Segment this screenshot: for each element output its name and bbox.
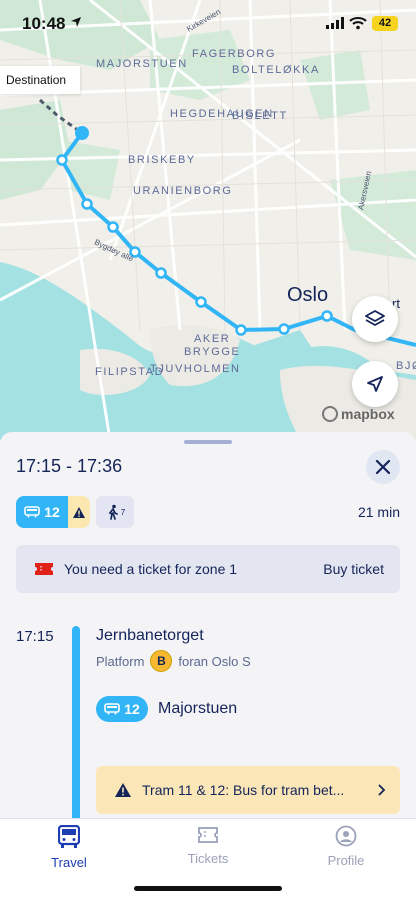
tram-line-number: 12 [44,504,60,520]
chevron-right-icon [378,784,386,796]
warning-icon [115,783,131,797]
location-services-icon [71,17,81,27]
walk-minutes: 7 [120,507,126,517]
mapbox-text: mapbox [341,406,395,422]
ticket-icon [35,563,53,575]
tram-line-chip: 12 [16,496,68,528]
close-button[interactable] [366,450,400,484]
mapbox-attribution[interactable]: mapbox [322,406,395,422]
trip-duration: 21 min [357,504,400,520]
line-info: 12 Majorstuen [96,696,237,722]
map-layers-button[interactable] [352,296,398,342]
ticket-banner: You need a ticket for zone 1 Buy ticket [16,545,400,593]
trip-time-range: 17:15 - 17:36 [16,456,123,476]
district-label: MAJORSTUEN [96,58,188,70]
tab-profile-label: Profile [327,853,365,868]
departure-time: 17:15 [16,628,54,645]
line-chip: 12 [96,696,148,722]
district-label: TJUVHOLMEN [150,363,241,375]
tab-tickets-label: Tickets [187,851,229,866]
layers-icon [365,310,385,326]
sheet-drag-handle[interactable] [184,440,232,444]
wifi-icon [349,17,367,30]
tab-travel-label: Travel [51,855,87,870]
cell-signal-icon [326,17,344,29]
close-icon [375,459,391,475]
destination-label: Destination [0,66,80,94]
city-label: Oslo [287,284,329,306]
buy-ticket-button[interactable]: Buy ticket [323,561,384,577]
mapbox-logo-icon [322,406,338,422]
profile-icon [335,825,357,847]
district-label: AKER [194,333,231,345]
tab-travel[interactable]: Travel [9,825,129,870]
trip-details-sheet: 17:15 - 17:36 12 7 21 min You need a tic… [0,432,416,818]
battery-indicator: 42 [372,16,398,31]
location-arrow-icon [367,376,383,392]
district-label: FAGERBORG [192,48,277,60]
warning-icon [73,506,85,518]
district-label: BJØ [396,360,416,372]
line-destination: Majorstuen [158,700,238,717]
district-label: BRISKEBY [128,154,196,166]
alert-text: Tram 11 & 12: Bus for tram bet... [142,782,345,798]
district-label: BISLETT [232,110,288,122]
ticket-message: You need a ticket for zone 1 [64,561,238,577]
status-bar: 10:48 42 [0,0,416,48]
district-label: BRYGGE [184,346,241,358]
platform-info: Platform B foran Oslo S [96,650,251,672]
my-location-button[interactable] [352,361,398,407]
platform-description: foran Oslo S [178,653,251,669]
bus-icon [58,825,80,848]
warning-chip [68,496,90,528]
district-label: URANIENBORG [133,185,233,197]
service-alert[interactable]: Tram 11 & 12: Bus for tram bet... [96,766,400,814]
status-time: 10:48 [22,14,66,33]
tram-icon [104,703,121,715]
tab-tickets[interactable]: Tickets [148,825,268,866]
departure-stop: Jernbanetorget [96,627,204,644]
walk-icon [108,504,118,520]
walk-chip: 7 [96,496,134,528]
tram-icon [24,506,41,518]
tab-profile[interactable]: Profile [286,825,406,868]
route-line-bar [72,626,80,818]
line-number: 12 [124,701,140,717]
map-view[interactable]: MAJORSTUEN FAGERBORG BOLTELØKKA HEGDEHAU… [0,0,416,440]
platform-label: Platform [96,653,145,669]
ticket-outline-icon [198,827,218,843]
home-indicator [134,886,282,891]
trip-legs-summary: 12 7 [16,496,134,528]
platform-badge: B [150,650,173,672]
district-label: BOLTELØKKA [232,64,320,76]
